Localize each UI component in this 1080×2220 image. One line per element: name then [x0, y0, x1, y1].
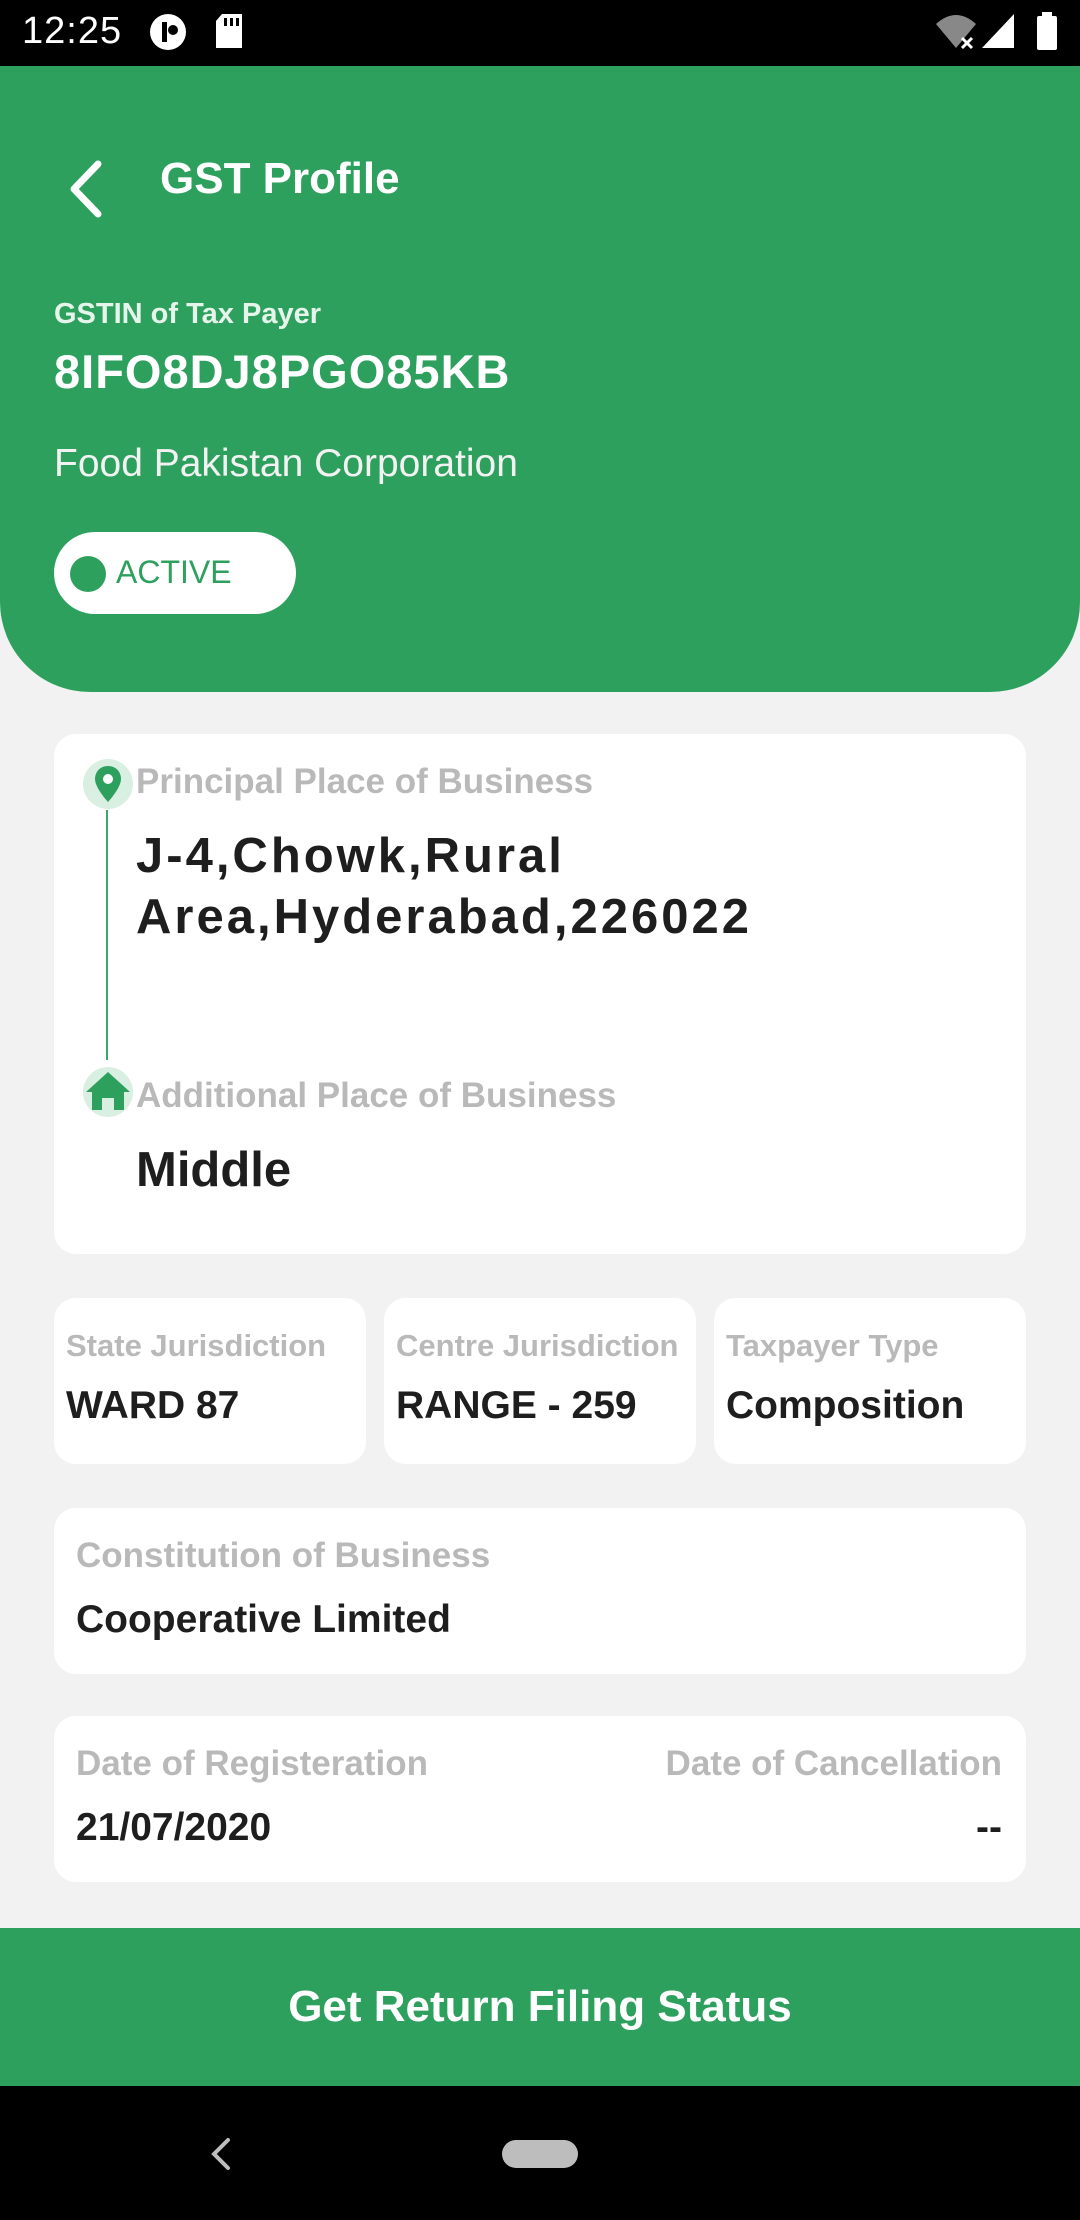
- app-notification-icon: [150, 14, 186, 50]
- state-jurisdiction-value: WARD 87: [66, 1384, 240, 1427]
- centre-jurisdiction-card: Centre Jurisdiction RANGE - 259: [384, 1298, 696, 1464]
- timeline-connector: [106, 810, 108, 1060]
- clock: 12:25: [22, 10, 123, 52]
- principal-place-value: J-4,Chowk,Rural Area,Hyderabad,226022: [136, 829, 752, 944]
- business-address-card: Principal Place of Business J-4,Chowk,Ru…: [54, 734, 1026, 1254]
- registration-date-value: 21/07/2020: [76, 1806, 272, 1849]
- registration-date-label: Date of Registeration: [76, 1744, 428, 1783]
- taxpayer-type-value: Composition: [726, 1384, 965, 1427]
- company-name: Food Pakistan Corporation: [54, 442, 518, 485]
- cancellation-date-label: Date of Cancellation: [665, 1744, 1002, 1783]
- get-return-filing-status-button[interactable]: Get Return Filing Status: [0, 1928, 1080, 2086]
- cancellation-date-value: --: [976, 1806, 1002, 1849]
- dates-card: Date of Registeration 21/07/2020 Date of…: [54, 1716, 1026, 1882]
- sd-card-icon: [216, 14, 242, 48]
- battery-icon: [1037, 12, 1057, 50]
- constitution-card: Constitution of Business Cooperative Lim…: [54, 1508, 1026, 1674]
- state-jurisdiction-card: State Jurisdiction WARD 87: [54, 1298, 366, 1464]
- nav-back-icon[interactable]: [206, 2132, 236, 2176]
- profile-header: GST Profile GSTIN of Tax Payer 8IFO8DJ8P…: [0, 66, 1080, 692]
- constitution-label: Constitution of Business: [76, 1536, 491, 1575]
- back-arrow-icon[interactable]: [62, 154, 112, 224]
- system-nav-bar: [0, 2086, 1080, 2220]
- additional-place-label: Additional Place of Business: [136, 1076, 617, 1115]
- location-pin-icon: [83, 759, 133, 809]
- home-icon: [83, 1067, 133, 1117]
- status-bar: 12:25: [0, 0, 1080, 66]
- status-dot-icon: [70, 556, 106, 592]
- page-title: GST Profile: [160, 154, 400, 203]
- status-text: ACTIVE: [116, 554, 232, 590]
- additional-place-value: Middle: [136, 1143, 292, 1197]
- gstin-value: 8IFO8DJ8PGO85KB: [54, 345, 511, 398]
- principal-place-label: Principal Place of Business: [136, 762, 594, 801]
- state-jurisdiction-label: State Jurisdiction: [66, 1328, 327, 1363]
- status-badge: ACTIVE: [54, 532, 296, 614]
- signal-icon: [982, 14, 1014, 48]
- taxpayer-type-card: Taxpayer Type Composition: [714, 1298, 1026, 1464]
- centre-jurisdiction-label: Centre Jurisdiction: [396, 1328, 679, 1363]
- gstin-label: GSTIN of Tax Payer: [54, 298, 321, 330]
- constitution-value: Cooperative Limited: [76, 1598, 451, 1641]
- nav-home-pill[interactable]: [502, 2140, 578, 2168]
- wifi-icon: [936, 15, 976, 50]
- centre-jurisdiction-value: RANGE - 259: [396, 1384, 637, 1427]
- taxpayer-type-label: Taxpayer Type: [726, 1328, 939, 1363]
